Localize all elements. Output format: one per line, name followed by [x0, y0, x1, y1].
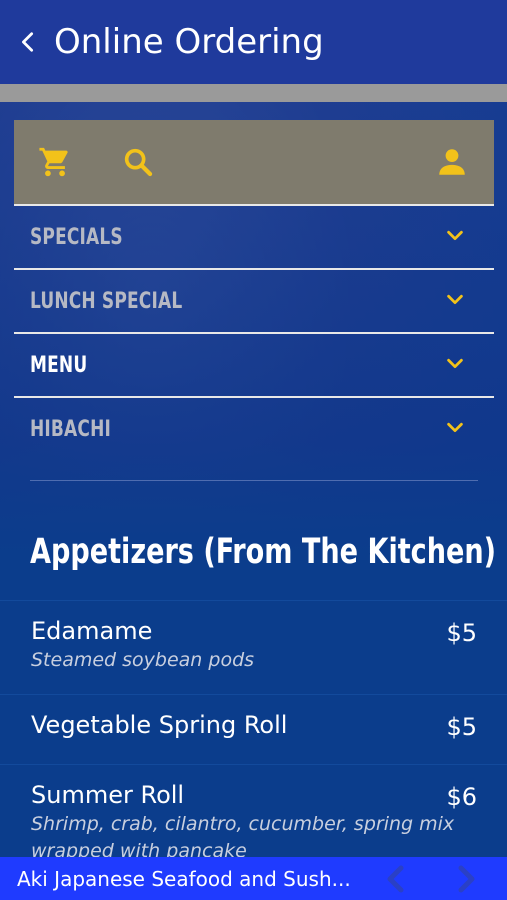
menu-item-menu[interactable]: MENU [14, 332, 494, 396]
dish-price: $6 [446, 783, 477, 811]
account-button[interactable] [428, 120, 476, 204]
next-arrow-icon [458, 865, 475, 892]
chevron-down-icon [444, 352, 466, 378]
search-button[interactable] [114, 120, 162, 204]
footer-bar: Aki Japanese Seafood and Sush... [0, 857, 507, 900]
cart-icon [39, 147, 68, 177]
prev-arrow-icon [387, 865, 404, 892]
dish-price: $5 [446, 713, 477, 741]
menu-item-label: LUNCH SPECIAL [30, 288, 183, 314]
category-menu: SPECIALS LUNCH SPECIAL MENU HIBACHI [14, 204, 494, 460]
chevron-down-icon [444, 224, 466, 250]
dish-item[interactable]: Edamame $5 Steamed soybean pods [0, 600, 507, 694]
search-icon [124, 148, 153, 177]
section-divider [30, 480, 478, 481]
header-separator [0, 84, 507, 102]
chevron-left-icon [22, 32, 34, 52]
chevron-down-icon [444, 288, 466, 314]
dish-item[interactable]: Summer Roll $6 Shrimp, crab, cilantro, c… [0, 764, 507, 864]
menu-item-hibachi[interactable]: HIBACHI [14, 396, 494, 460]
page-title: Online Ordering [54, 22, 324, 62]
next-button[interactable] [446, 857, 486, 900]
back-button[interactable] [0, 0, 56, 84]
dish-item[interactable]: Vegetable Spring Roll $5 [0, 694, 507, 764]
menu-item-label: MENU [30, 352, 88, 378]
cart-button[interactable] [31, 120, 79, 204]
dish-price: $5 [446, 619, 477, 647]
toolbar [14, 120, 494, 204]
menu-item-lunch-special[interactable]: LUNCH SPECIAL [14, 268, 494, 332]
section-title: Appetizers (From The Kitchen) [30, 532, 497, 572]
menu-item-specials[interactable]: SPECIALS [14, 204, 494, 268]
chevron-down-icon [444, 416, 466, 442]
menu-item-label: HIBACHI [30, 416, 111, 442]
menu-item-label: SPECIALS [30, 224, 123, 250]
app-header: Online Ordering [0, 0, 507, 84]
dish-name: Edamame [31, 617, 153, 645]
dish-description: Steamed soybean pods [31, 649, 255, 671]
prev-button[interactable] [376, 857, 416, 900]
dish-name: Summer Roll [31, 781, 185, 809]
dish-list: Edamame $5 Steamed soybean pods Vegetabl… [0, 600, 507, 864]
dish-name: Vegetable Spring Roll [31, 711, 288, 739]
user-icon [439, 149, 465, 175]
restaurant-name: Aki Japanese Seafood and Sush... [17, 866, 351, 891]
